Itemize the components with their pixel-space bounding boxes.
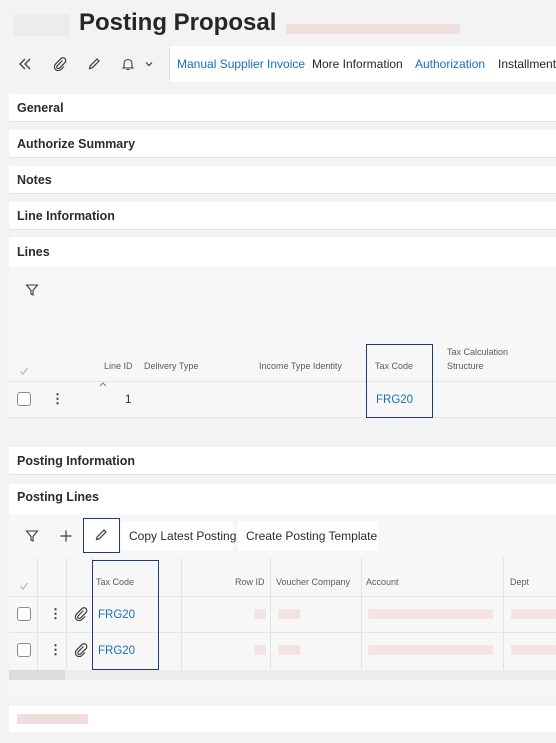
- pencil-icon: [94, 528, 108, 547]
- posting-lines-toolbar: Copy Latest Posting Create Posting Templ…: [9, 514, 556, 558]
- kebab-icon[interactable]: ⋮: [51, 392, 64, 405]
- paperclip-icon[interactable]: [50, 54, 70, 74]
- divider: [181, 558, 182, 670]
- section-line-information[interactable]: Line Information: [9, 202, 556, 230]
- divider: [270, 558, 271, 670]
- create-posting-template-button[interactable]: Create Posting Template: [238, 521, 378, 551]
- bell-icon[interactable]: [118, 54, 138, 74]
- filter-icon[interactable]: [25, 529, 41, 545]
- nav-more-information[interactable]: More Information: [312, 57, 403, 71]
- related-pages-nav: Manual Supplier Invoice More Information…: [170, 46, 556, 82]
- row-checkbox[interactable]: [17, 392, 31, 406]
- posting-lines-table: Tax Code Row ID Voucher Company Account …: [9, 558, 556, 696]
- page-header: Posting Proposal: [0, 0, 556, 46]
- lines-header[interactable]: Lines: [9, 237, 556, 267]
- row-checkbox[interactable]: [17, 607, 31, 621]
- section-title[interactable]: Posting Lines: [17, 490, 99, 504]
- pencil-icon[interactable]: [84, 54, 104, 74]
- sort-arrow-icon[interactable]: [99, 374, 107, 392]
- highlight-box-tax-code: [366, 344, 433, 418]
- kebab-icon[interactable]: ⋮: [49, 607, 62, 620]
- kebab-icon[interactable]: ⋮: [49, 643, 62, 656]
- paperclip-icon[interactable]: [74, 643, 88, 662]
- col-header-tax-calculation-structure[interactable]: Structure: [447, 359, 484, 373]
- select-all-checkmark-icon[interactable]: [19, 578, 29, 596]
- lines-table: Line ID Delivery Type Income Type Identi…: [9, 267, 556, 418]
- col-header-row-id[interactable]: Row ID: [235, 575, 265, 589]
- col-header-tax-calculation[interactable]: Tax Calculation: [447, 345, 508, 359]
- double-chevron-left-icon[interactable]: [15, 54, 35, 74]
- edit-button[interactable]: [83, 518, 120, 553]
- redacted-dept: [511, 645, 556, 655]
- filter-icon[interactable]: [25, 283, 41, 299]
- highlight-box-tax-code: [92, 560, 159, 670]
- col-header-line-id[interactable]: Line ID: [104, 359, 133, 373]
- redacted-voucher-company: [278, 609, 300, 619]
- scrollbar-thumb[interactable]: [9, 670, 65, 680]
- paperclip-icon[interactable]: [74, 607, 88, 626]
- page-title: Posting Proposal: [79, 9, 277, 36]
- divider: [503, 558, 504, 670]
- divider: [361, 558, 362, 670]
- section-posting-information[interactable]: Posting Information: [9, 447, 556, 475]
- section-title: Authorize Summary: [17, 137, 136, 151]
- redacted-breadcrumb: [14, 14, 70, 36]
- divider: [9, 381, 556, 382]
- select-all-checkmark-icon[interactable]: [19, 363, 29, 381]
- section-notes[interactable]: Notes: [9, 166, 556, 194]
- cell-line-id: 1: [125, 394, 132, 406]
- nav-manual-supplier-invoice[interactable]: Manual Supplier Invoice: [177, 57, 305, 71]
- redacted-account: [368, 609, 493, 619]
- col-header-income-type-identity[interactable]: Income Type Identity: [259, 359, 342, 373]
- row-checkbox[interactable]: [17, 643, 31, 657]
- redacted-row-id: [254, 609, 266, 619]
- copy-latest-posting-button[interactable]: Copy Latest Posting: [121, 521, 236, 551]
- section-title: Lines: [17, 245, 50, 259]
- redacted-footer-text: [17, 714, 88, 724]
- divider: [37, 558, 38, 670]
- col-header-account[interactable]: Account: [366, 575, 399, 589]
- nav-authorization[interactable]: Authorization: [415, 57, 485, 71]
- redacted-dept: [511, 609, 556, 619]
- redacted-record-id: [286, 24, 460, 34]
- redacted-row-id: [254, 645, 266, 655]
- col-header-delivery-type[interactable]: Delivery Type: [144, 359, 198, 373]
- col-header-voucher-company[interactable]: Voucher Company: [276, 575, 350, 589]
- divider: [9, 417, 556, 418]
- chevron-down-icon[interactable]: [139, 54, 159, 74]
- command-toolbar: Manual Supplier Invoice More Information…: [0, 46, 556, 82]
- plus-icon[interactable]: [59, 529, 75, 545]
- footer-panel: [9, 706, 556, 732]
- redacted-account: [368, 645, 493, 655]
- redacted-voucher-company: [278, 645, 300, 655]
- section-title: Notes: [17, 173, 52, 187]
- lines-panel: Lines Line ID Delivery Type Income Type …: [9, 237, 556, 418]
- section-title: General: [17, 101, 64, 115]
- divider: [66, 558, 67, 670]
- section-general[interactable]: General: [9, 94, 556, 122]
- horizontal-scrollbar[interactable]: [9, 670, 556, 680]
- col-header-dept[interactable]: Dept: [510, 575, 529, 589]
- section-title: Line Information: [17, 209, 115, 223]
- section-authorize-summary[interactable]: Authorize Summary: [9, 130, 556, 158]
- section-title: Posting Information: [17, 454, 136, 468]
- posting-lines-panel: Posting Lines Copy Latest Posting Create…: [9, 484, 556, 696]
- nav-installment[interactable]: Installment: [498, 57, 556, 71]
